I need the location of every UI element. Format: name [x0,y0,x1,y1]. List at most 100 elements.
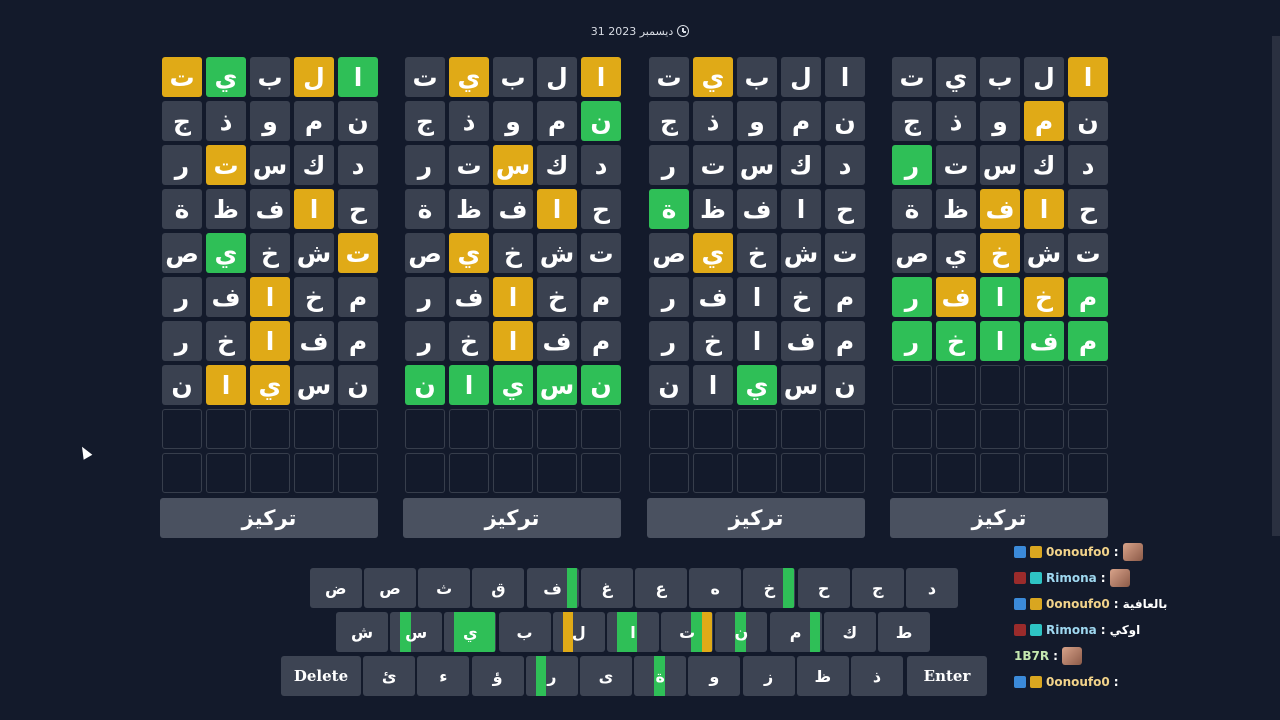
letter-tile: م [338,277,378,317]
letter-tile: ا [825,57,865,97]
key-د[interactable]: د [906,568,958,608]
letter-tile [581,453,621,493]
key-و[interactable]: و [688,656,741,696]
key-label: ر [547,666,557,686]
letter-tile: ف [693,277,733,317]
focus-button[interactable]: تركيز [160,498,378,538]
key-ش[interactable]: ش [336,612,388,652]
letter-tile: س [781,365,821,405]
letter-tile: م [1024,101,1064,141]
letter-tile: ح [338,189,378,229]
letter-tile: ا [581,57,621,97]
key-ط[interactable]: ط [878,612,930,652]
key-ف[interactable]: ف [526,568,579,608]
key-ج[interactable]: ج [851,568,904,608]
letter-tile: ت [405,57,445,97]
focus-button[interactable]: تركيز [647,498,865,538]
focus-button[interactable]: تركيز [890,498,1108,538]
key-label: ك [842,622,858,642]
key-ت[interactable]: ت [661,612,714,652]
letter-tile: ل [537,57,577,97]
key-label: ف [543,578,562,598]
key-ظ[interactable]: ظ [796,656,849,696]
key-ى[interactable]: ى [580,656,632,696]
key-ر[interactable]: ر [525,656,578,696]
letter-tile: ت [206,145,246,185]
key-م[interactable]: م [769,612,822,652]
board-1: ا ل ب ي ت ن م و ذ ج د ك س ت ر ح ا ف ظ ة ت ش خ ي ص م خ ا ف ر م ف ا خ ر تركيز [890,57,1108,538]
chat-separator: : [1100,571,1106,585]
key-ا[interactable]: ا [607,612,659,652]
key-غ[interactable]: غ [580,568,633,608]
key-ب[interactable]: ب [498,612,551,652]
key-label: غ [601,578,613,598]
letter-tile: ي [493,365,533,405]
letter-tile: ك [781,145,821,185]
letter-tile: ا [980,321,1020,361]
letter-tile: م [1068,277,1108,317]
chat-text: اوكي [1109,623,1141,637]
chat-separator: : [1113,675,1119,689]
letter-tile [1024,453,1064,493]
letter-tile: ذ [693,101,733,141]
letter-tile: ل [1024,57,1064,97]
key-ؤ[interactable]: ؤ [471,656,524,696]
key-ث[interactable]: ث [418,568,471,608]
letter-tile: س [980,145,1020,185]
key-label: ط [895,622,913,642]
key-ق[interactable]: ق [472,568,525,608]
letter-tile [825,409,865,449]
letter-tile [449,453,489,493]
key-label: ز [763,666,774,686]
chat-separator: : [1053,649,1058,663]
letter-tile: ة [649,189,689,229]
focus-button[interactable]: تركيز [403,498,621,538]
letter-tile: ت [825,233,865,273]
letter-tile [1068,365,1108,405]
gold-badge-icon [1030,598,1042,610]
letter-tile: ظ [936,189,976,229]
key-ك[interactable]: ك [823,612,876,652]
key-س[interactable]: س [390,612,443,652]
key-خ[interactable]: خ [743,568,796,608]
letter-tile: م [338,321,378,361]
letter-tile [892,453,932,493]
key-ة[interactable]: ة [634,656,687,696]
key-ئ[interactable]: ئ [363,656,416,696]
letter-tile: ل [294,57,334,97]
letter-tile: ب [980,57,1020,97]
delete-key[interactable]: Delete [281,656,361,696]
letter-tile: ص [892,233,932,273]
red-badge-icon [1014,624,1026,636]
key-label: ا [630,622,636,642]
blue-badge-icon [1014,598,1026,610]
letter-tile: م [1068,321,1108,361]
letter-tile [892,365,932,405]
key-label: ت [679,622,696,642]
clock-icon [677,25,690,37]
board-grid: البيتنموذجدكسترحافظةتشخيصمخافرمفاخرنسيان [647,57,865,493]
letter-tile: ن [338,365,378,405]
key-ن[interactable]: ن [715,612,768,652]
key-ه[interactable]: ه [689,568,742,608]
letter-tile: ر [162,145,202,185]
key-ي[interactable]: ي [444,612,497,652]
letter-tile: ا [980,277,1020,317]
key-ض[interactable]: ض [309,568,362,608]
key-ز[interactable]: ز [742,656,795,696]
key-ص[interactable]: ص [364,568,416,608]
key-ء[interactable]: ء [417,656,470,696]
key-label: د [927,578,937,598]
enter-key[interactable]: Enter [907,656,987,696]
key-ع[interactable]: ع [635,568,687,608]
key-ذ[interactable]: ذ [851,656,903,696]
key-ل[interactable]: ل [552,612,605,652]
letter-tile: ا [781,189,821,229]
letter-tile: ج [649,101,689,141]
letter-tile [980,453,1020,493]
key-ح[interactable]: ح [797,568,850,608]
letter-tile: خ [980,233,1020,273]
letter-tile: ش [781,233,821,273]
page-scrollbar[interactable] [1272,36,1280,536]
key-label: س [405,622,428,642]
